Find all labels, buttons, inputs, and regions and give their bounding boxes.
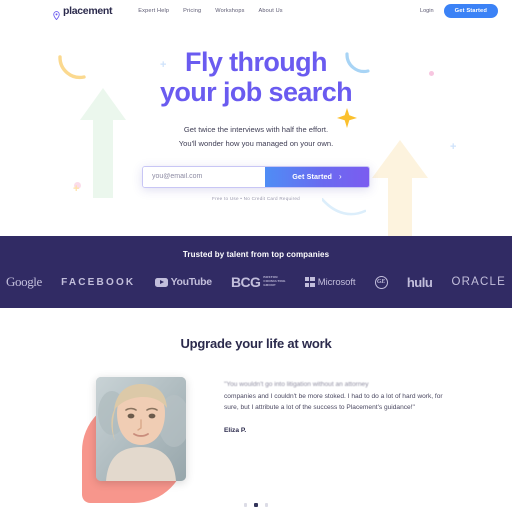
section-title: Upgrade your life at work — [180, 336, 332, 351]
testimonial-author: Eliza P. — [224, 427, 247, 435]
logo-hulu: hulu — [406, 274, 433, 290]
testimonial-body: "You wouldn't go into litigation without… — [0, 377, 512, 503]
logo-hulu-text: hulu — [406, 274, 433, 290]
hero-subtitle-line-1: Get twice the interviews with half the e… — [183, 125, 329, 135]
testimonial-portrait-area — [82, 377, 200, 503]
logo-bcg-text: BCG — [231, 274, 261, 290]
sparkle-decoration — [337, 108, 357, 128]
yellow-arc-decoration — [58, 55, 88, 81]
hero-section: + + + Fly through your job search Get tw… — [0, 22, 512, 236]
login-link[interactable]: Login — [420, 8, 434, 14]
logo-facebook: FACEBOOK — [61, 277, 135, 288]
carousel-dots — [0, 503, 512, 507]
pink-dot-decoration — [429, 71, 434, 76]
nav-links: Expert Help Pricing Workshops About Us — [138, 8, 283, 14]
pink-dot-decoration-2 — [74, 182, 81, 189]
email-signup-form: Get Started › — [142, 165, 370, 188]
plus-decoration-3: + — [73, 183, 80, 195]
testimonial-quote-rest: companies and I couldn't be more stoked.… — [224, 392, 443, 412]
logo-oracle-text: ORACLE — [451, 276, 506, 288]
bcg-sub-3: GROUP — [263, 282, 276, 287]
company-logo-row: Google FACEBOOK YouTube BCG BOSTON CONSU… — [0, 274, 512, 290]
top-navigation-bar: placement Expert Help Pricing Workshops … — [0, 0, 512, 22]
swoosh-decoration — [320, 197, 367, 220]
logo-bcg-subtext: BOSTON CONSULTING GROUP — [263, 275, 285, 288]
headline-line-1: Fly through — [185, 47, 327, 77]
plus-decoration-2: + — [450, 141, 457, 153]
get-started-button[interactable]: Get Started — [443, 4, 498, 18]
logo-youtube: YouTube — [154, 276, 213, 288]
nav-link-about-us[interactable]: About Us — [259, 8, 283, 14]
landing-page: placement Expert Help Pricing Workshops … — [0, 0, 512, 512]
youtube-play-icon — [154, 277, 168, 287]
trusted-by-title: Trusted by talent from top companies — [182, 250, 330, 259]
logo-google-text: Google — [6, 274, 42, 289]
brand-name: placement — [63, 5, 113, 17]
logo-google: Google — [6, 274, 42, 290]
logo-ge: GE — [374, 275, 388, 289]
location-pin-icon — [52, 7, 61, 20]
testimonial-quote: "You wouldn't go into litigation without… — [224, 379, 456, 414]
hero-subtitle-line-2: You'll wonder how you managed on your ow… — [178, 138, 334, 148]
logo-microsoft: Microsoft — [304, 276, 356, 288]
hero-get-started-label: Get Started — [292, 172, 333, 182]
testimonial-avatar — [96, 377, 186, 481]
logo-oracle: ORACLE — [451, 276, 506, 288]
hero-subtitle: Get twice the interviews with half the e… — [179, 123, 333, 150]
testimonial-section: Upgrade your life at work "You wouldn't … — [0, 308, 512, 512]
email-input[interactable] — [143, 166, 265, 187]
headline-line-2: your job search — [159, 76, 353, 107]
testimonial-quote-transitioning-line: "You wouldn't go into litigation without… — [224, 381, 369, 388]
carousel-dot-2[interactable] — [254, 503, 258, 507]
logo-microsoft-text: Microsoft — [317, 276, 356, 288]
trusted-by-band: Trusted by talent from top companies Goo… — [0, 236, 512, 308]
microsoft-squares-icon — [304, 277, 315, 287]
page-title: Fly through your job search — [159, 47, 353, 107]
carousel-dot-1[interactable] — [243, 503, 248, 507]
nav-actions: Login Get Started — [420, 4, 498, 18]
nav-link-workshops[interactable]: Workshops — [215, 8, 244, 14]
logo-ge-text: GE — [374, 275, 388, 289]
logo-youtube-text: YouTube — [170, 276, 213, 288]
cream-arrow-decoration — [372, 140, 428, 236]
nav-link-pricing[interactable]: Pricing — [183, 8, 201, 14]
carousel-dot-3[interactable] — [264, 503, 269, 507]
nav-link-expert-help[interactable]: Expert Help — [138, 8, 169, 14]
signup-fineprint: Free to Use • No Credit Card Required — [212, 195, 300, 201]
chevron-right-icon: › — [339, 172, 342, 182]
brand-logo[interactable]: placement — [52, 5, 113, 20]
green-arrow-decoration — [80, 88, 126, 198]
testimonial-text-area: "You wouldn't go into litigation without… — [224, 377, 456, 434]
logo-facebook-text: FACEBOOK — [61, 276, 136, 288]
logo-bcg: BCG BOSTON CONSULTING GROUP — [231, 274, 286, 290]
hero-get-started-button[interactable]: Get Started › — [265, 166, 369, 187]
